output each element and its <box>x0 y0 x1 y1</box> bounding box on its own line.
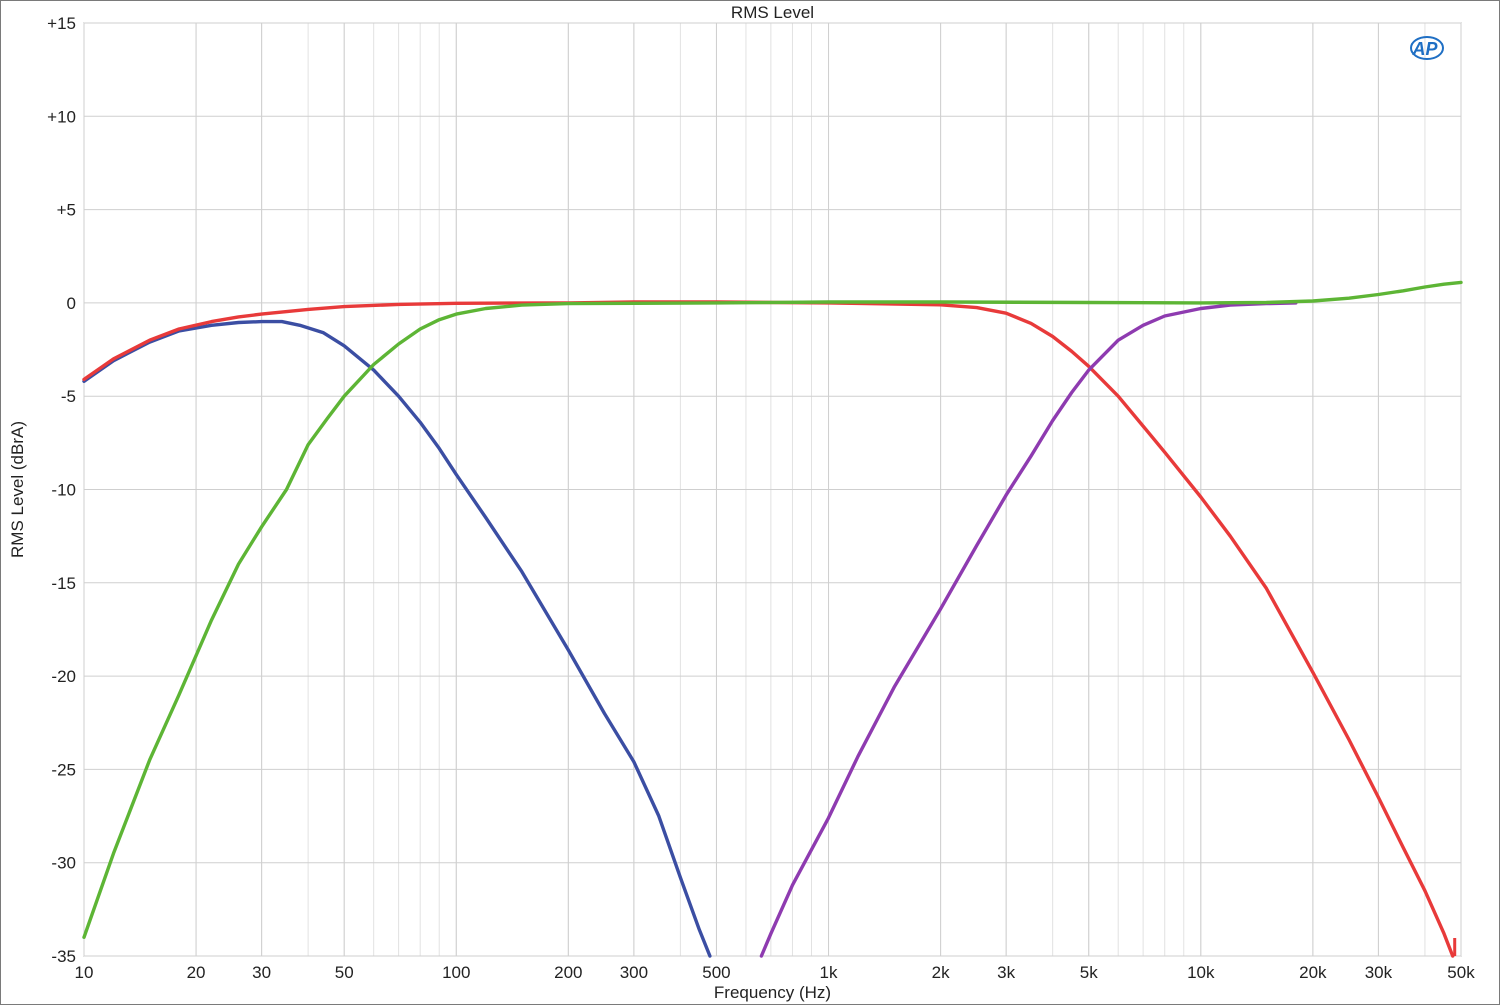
y-tick-label: -15 <box>51 574 76 593</box>
x-tick-label: 50k <box>1447 963 1475 982</box>
x-axis-ticks: 10 20 30 50 100 200 300 500 1k 2k 3k 5k 10k 20k 30k 50k <box>75 963 1476 982</box>
x-tick-label: 10 <box>75 963 94 982</box>
chart-title: RMS Level <box>731 3 814 22</box>
y-tick-label: 0 <box>67 294 76 313</box>
y-axis-ticks: +15 +10 +5 0 -5 -10 -15 -20 -25 -30 -35 <box>47 14 76 966</box>
y-tick-label: -30 <box>51 854 76 873</box>
y-tick-label: -5 <box>61 387 76 406</box>
x-tick-label: 500 <box>702 963 730 982</box>
x-tick-label: 1k <box>820 963 838 982</box>
x-tick-label: 20 <box>187 963 206 982</box>
ap-logo-text: AP <box>1411 39 1438 59</box>
y-tick-label: +10 <box>47 107 76 126</box>
x-tick-label: 2k <box>932 963 950 982</box>
x-tick-label: 200 <box>554 963 582 982</box>
x-tick-label: 50 <box>335 963 354 982</box>
x-tick-label: 30 <box>252 963 271 982</box>
y-tick-label: -10 <box>51 481 76 500</box>
y-tick-label: -35 <box>51 947 76 966</box>
x-tick-label: 300 <box>620 963 648 982</box>
x-tick-label: 100 <box>442 963 470 982</box>
x-tick-label: 5k <box>1080 963 1098 982</box>
x-tick-label: 3k <box>997 963 1015 982</box>
x-axis-title: Frequency (Hz) <box>714 983 831 1002</box>
y-tick-label: +15 <box>47 14 76 33</box>
y-tick-label: -20 <box>51 667 76 686</box>
y-tick-label: +5 <box>57 201 76 220</box>
x-tick-label: 20k <box>1299 963 1327 982</box>
chart-frame: 10 20 30 50 100 200 300 500 1k 2k 3k 5k 10k 20k 30k 50k… <box>0 0 1500 1005</box>
y-axis-title: RMS Level (dBrA) <box>8 421 27 558</box>
rms-level-chart: 10 20 30 50 100 200 300 500 1k 2k 3k 5k 10k 20k 30k 50k… <box>8 3 1476 1002</box>
x-tick-label: 10k <box>1187 963 1215 982</box>
y-tick-label: -25 <box>51 760 76 779</box>
x-tick-label: 30k <box>1365 963 1393 982</box>
